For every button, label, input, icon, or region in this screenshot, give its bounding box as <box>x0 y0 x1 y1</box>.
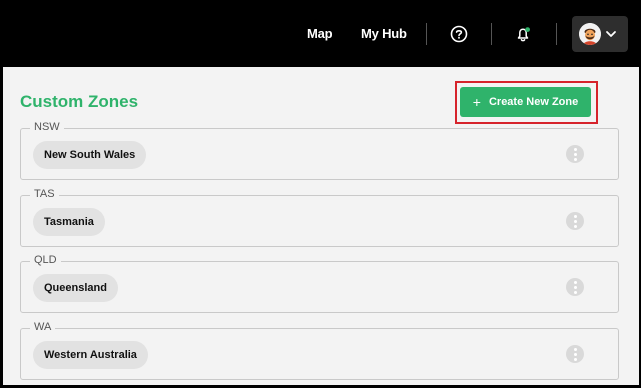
nav-divider <box>556 23 557 45</box>
bell-icon[interactable] <box>513 24 533 44</box>
more-options-icon[interactable] <box>566 278 584 296</box>
top-nav-bar: Map My Hub <box>0 0 641 67</box>
more-options-icon[interactable] <box>566 145 584 163</box>
chevron-down-icon <box>606 31 616 37</box>
zone-chip[interactable]: New South Wales <box>33 141 147 169</box>
nav-divider <box>426 23 427 45</box>
zone-chip[interactable]: Western Australia <box>33 341 148 369</box>
help-icon[interactable] <box>449 24 469 44</box>
zone-chip[interactable]: Queensland <box>33 274 118 302</box>
profile-menu-button[interactable] <box>572 16 628 52</box>
custom-zones-panel: Custom Zones + Create New Zone NSW New S… <box>3 67 639 385</box>
create-new-zone-button[interactable]: + Create New Zone <box>460 87 591 117</box>
nav-divider <box>491 23 492 45</box>
create-new-zone-label: Create New Zone <box>488 96 579 108</box>
zone-code: NSW <box>30 121 64 133</box>
zone-chip[interactable]: Tasmania <box>33 208 105 236</box>
zone-card: NSW New South Wales <box>20 121 619 180</box>
notification-dot <box>525 27 530 32</box>
zone-code: TAS <box>30 188 59 200</box>
more-options-icon[interactable] <box>566 345 584 363</box>
more-options-icon[interactable] <box>566 212 584 230</box>
nav-link-my-hub[interactable]: My Hub <box>361 26 407 41</box>
avatar <box>579 23 601 45</box>
zone-code: WA <box>30 321 56 333</box>
zone-code: QLD <box>30 254 61 266</box>
nav-link-map[interactable]: Map <box>307 26 333 41</box>
plus-icon: + <box>472 94 481 110</box>
page-title: Custom Zones <box>20 92 139 111</box>
zone-card: QLD Queensland <box>20 254 619 313</box>
zone-card: WA Western Australia <box>20 321 619 380</box>
zone-card: TAS Tasmania <box>20 188 619 247</box>
